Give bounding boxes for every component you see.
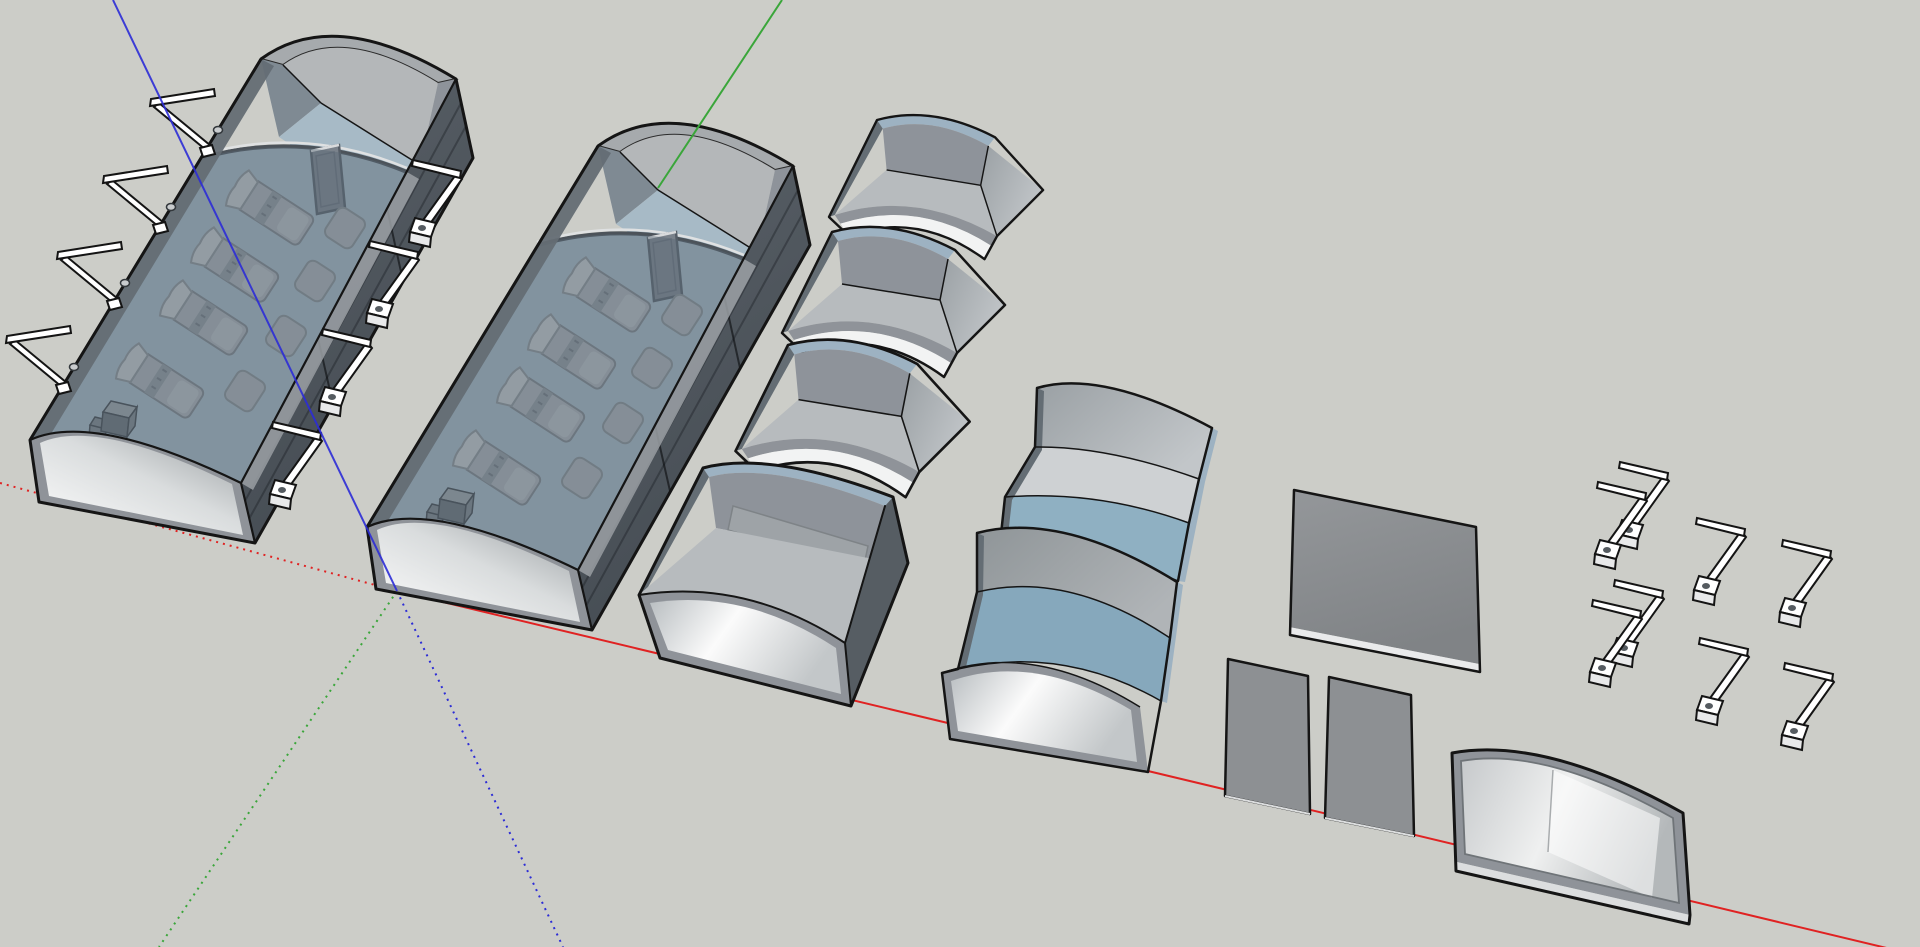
panel-face <box>1225 659 1310 814</box>
viewport-canvas[interactable] <box>0 0 1920 947</box>
panel-face <box>1325 677 1414 836</box>
panel-small-2[interactable] <box>1323 675 1416 838</box>
panel-small-1[interactable] <box>1223 657 1312 816</box>
